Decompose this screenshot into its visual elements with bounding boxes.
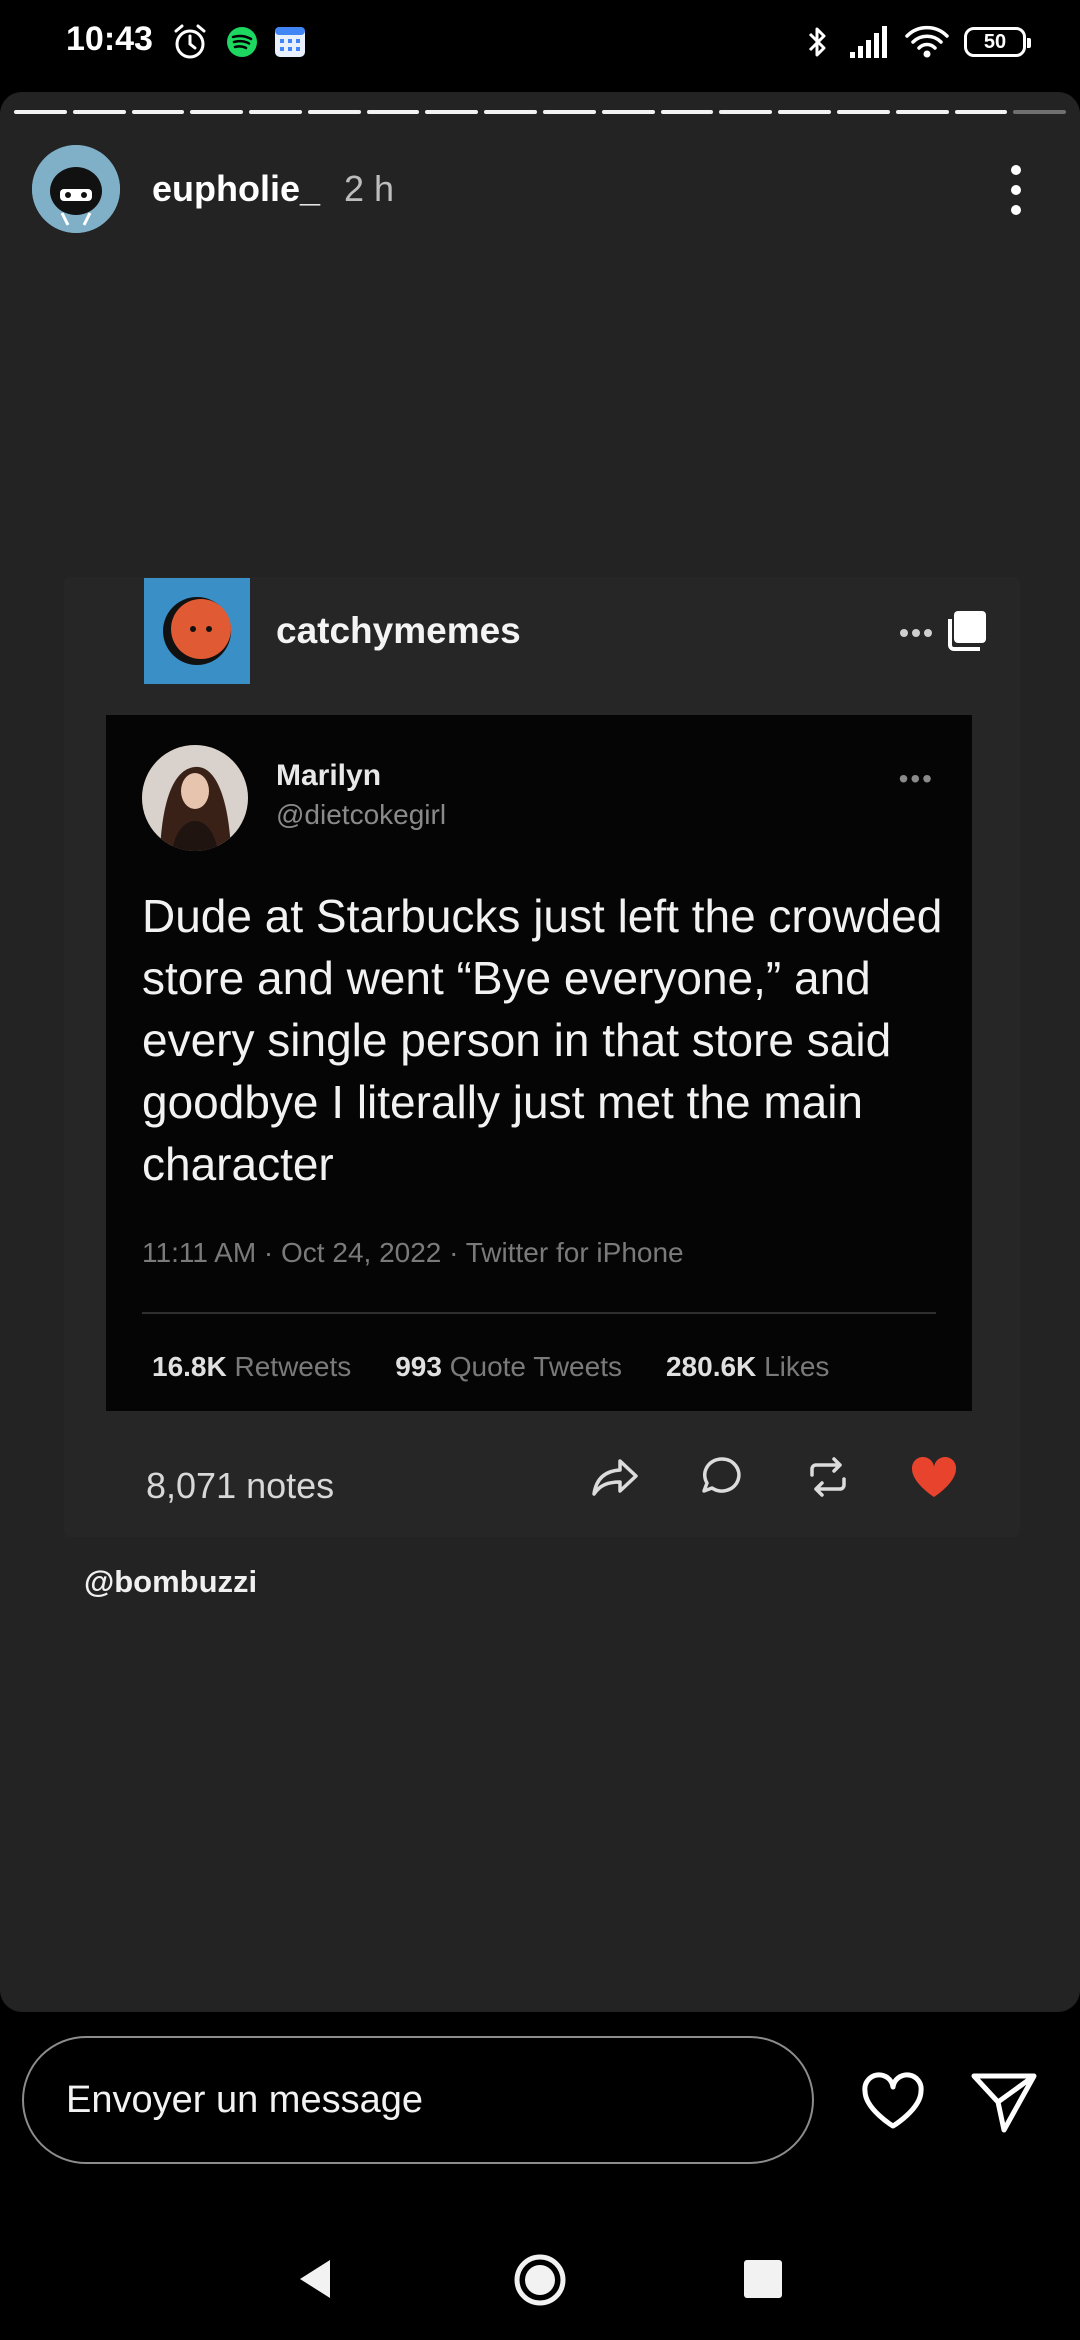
story-progress-segment [484,110,538,114]
blog-avatar [144,578,250,684]
tweet-avatar-photo [142,745,248,851]
post-actions [586,1447,964,1507]
story-author-avatar[interactable] [32,145,120,233]
reblog-icon [810,1457,846,1497]
story-progress-segment [543,110,596,114]
share-icon [592,1459,638,1496]
post-menu-icon [900,611,986,651]
tweet-screenshot: Marilyn @dietcokegirl ••• Dude at Starbu… [106,715,972,1411]
cellular-signal-icon [850,26,887,58]
bluetooth-icon [808,27,826,57]
recent-apps-icon[interactable] [744,2260,782,2298]
story-progress-segment [1013,110,1067,114]
blog-name: catchymemes [276,610,521,651]
like-story-icon[interactable] [858,2066,928,2136]
story-mention-sticker[interactable]: @bombuzzi [84,1564,257,1600]
message-input[interactable] [22,2036,814,2164]
story-time: 2 h [344,168,395,209]
story-progress-segment [425,110,479,114]
story-viewer[interactable]: eupholie_ 2 h catchymemes Marilyn @dietc… [0,92,1080,2012]
story-progress-segment [660,110,714,114]
shared-post[interactable]: catchymemes Marilyn @dietcokegirl ••• Du… [64,577,1020,1537]
post-notes-count: 8,071 notes [146,1465,335,1506]
story-progress-segment [954,110,1008,114]
story-progress-segment [72,110,126,114]
story-progress-segment [836,110,890,114]
send-icon[interactable] [968,2066,1038,2136]
story-progress-segment [249,110,302,114]
like-heart-icon [911,1456,957,1497]
back-icon[interactable] [290,2254,340,2304]
story-progress-segment [190,110,244,114]
story-progress-segment [778,110,831,114]
tweet-retweets: 16.8K Retweets [152,1351,352,1382]
spotify-icon [227,27,257,57]
tweet-stats: 16.8K Retweets 993 Quote Tweets 280.6K L… [152,1351,829,1383]
tweet-meta: 11:11 AM · Oct 24, 2022 · Twitter for iP… [142,1237,684,1268]
story-progress-bar [14,110,1067,114]
more-options-icon[interactable] [1004,162,1028,218]
comment-icon [702,1457,741,1493]
story-progress-segment [719,110,773,114]
tweet-likes: 280.6K Likes [665,1351,830,1382]
status-time: 10:43 [66,20,153,58]
wifi-icon [905,25,949,58]
tweet-author-name: Marilyn [276,759,382,792]
home-icon[interactable] [512,2252,568,2308]
tweet-author-handle: @dietcokegirl [276,799,447,830]
tweet-quote-tweets: 993 Quote Tweets [395,1351,622,1382]
tweet-author-avatar [142,745,248,851]
story-progress-segment [14,110,67,114]
story-header: eupholie_ 2 h [32,144,1048,234]
story-progress-segment [307,110,361,114]
tweet-more-icon: ••• [898,763,934,794]
status-bar: 10:43 50 [0,0,1080,90]
tweet-text: Dude at Starbucks just left the crowded … [142,890,943,1190]
post-header: catchymemes [144,577,1004,685]
avatar-illustration [32,145,120,233]
battery-indicator: 50 [964,27,1031,57]
system-navigation-bar [0,2220,1080,2340]
calendar-icon [275,27,305,57]
story-progress-segment [131,110,185,114]
tweet-divider [142,1312,936,1314]
blog-avatar-illustration [163,597,231,665]
story-username[interactable]: eupholie_ [152,168,320,210]
story-progress-segment [366,110,420,114]
alarm-icon [174,24,206,59]
story-progress-segment [895,110,949,114]
story-progress-segment [601,110,655,114]
